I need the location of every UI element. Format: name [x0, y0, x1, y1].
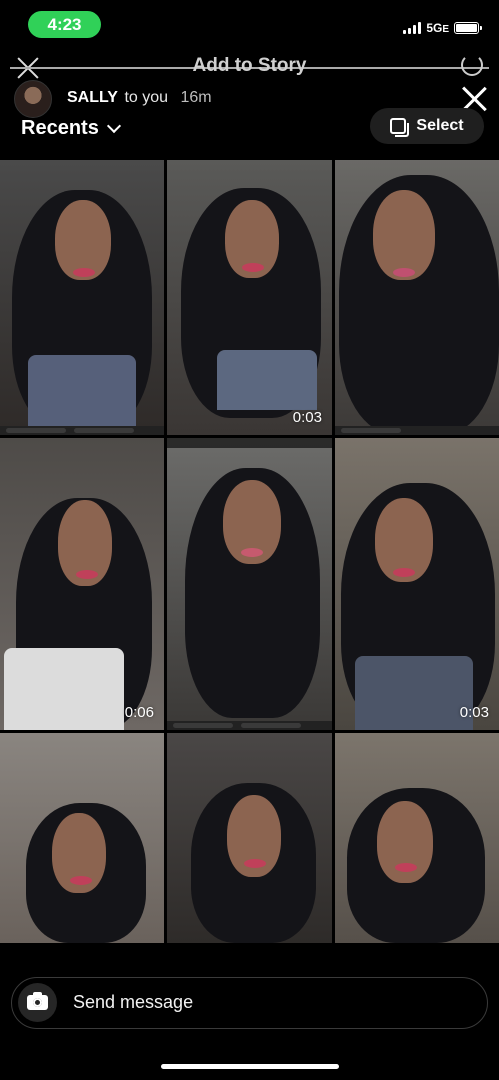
recipient-text: to you [124, 89, 169, 106]
media-tile[interactable] [0, 160, 164, 435]
send-message-screen: 4:23 5GE Add to Story SALLY to you 16m R… [0, 0, 499, 1080]
screenshot-ui-strip [167, 721, 332, 730]
select-icon [390, 118, 410, 137]
media-tile[interactable] [167, 438, 332, 730]
media-tile[interactable] [0, 733, 164, 943]
video-duration: 0:06 [124, 704, 154, 721]
battery-icon [454, 22, 482, 34]
screenshot-ui-strip [335, 426, 499, 435]
screenshot-ui-strip [0, 426, 164, 435]
status-time[interactable]: 4:23 [28, 11, 101, 38]
media-tile[interactable] [167, 733, 332, 943]
sender-name: SALLY [67, 89, 118, 106]
signal-icon [403, 22, 422, 34]
media-tile[interactable]: 0:06 [0, 438, 164, 730]
album-dropdown[interactable]: Recents [21, 117, 121, 140]
media-tile[interactable]: 0:03 [335, 438, 499, 730]
status-bar: 4:23 5GE [0, 0, 499, 50]
media-tile[interactable] [335, 733, 499, 943]
network-label: 5GE [426, 21, 449, 35]
camera-icon [27, 992, 48, 1010]
screenshot-ui-bar [167, 438, 332, 448]
status-icons: 5GE [403, 20, 482, 36]
select-button[interactable]: Select [370, 108, 484, 144]
home-indicator[interactable] [161, 1064, 339, 1069]
message-input[interactable]: Send message [73, 992, 193, 1013]
select-label: Select [416, 117, 464, 134]
settings-icon [461, 54, 483, 76]
message-age: 16m [180, 89, 212, 106]
media-tile[interactable]: 0:03 [167, 160, 332, 435]
message-composer: Send message [11, 977, 488, 1029]
camera-button[interactable] [18, 983, 57, 1022]
chevron-down-icon [106, 118, 121, 134]
video-duration: 0:03 [292, 409, 322, 426]
media-tile[interactable] [335, 160, 499, 435]
story-title: Add to Story [192, 55, 307, 76]
message-meta: SALLY to you 16m [67, 89, 212, 107]
video-duration: 0:03 [459, 704, 489, 721]
gallery-toolbar: Recents Select [0, 108, 499, 148]
album-label: Recents [21, 117, 99, 139]
